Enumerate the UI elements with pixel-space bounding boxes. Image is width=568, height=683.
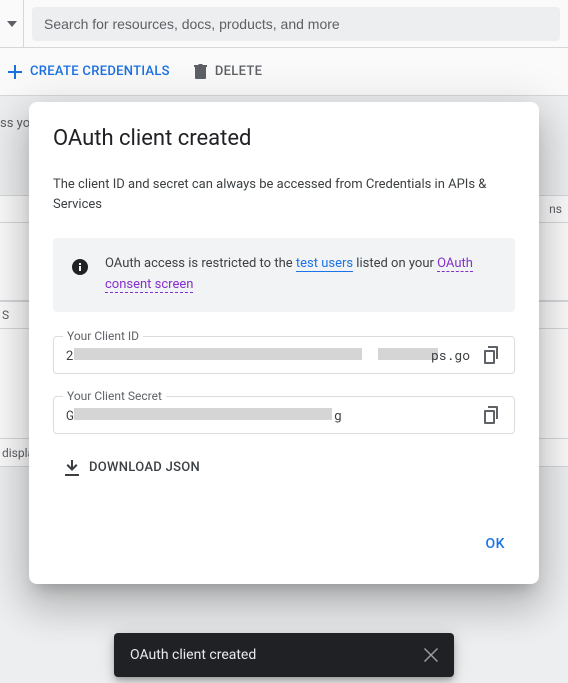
client-secret-label: Your Client Secret xyxy=(63,389,166,403)
info-text-pre: OAuth access is restricted to the xyxy=(105,256,296,271)
client-secret-suffix: g xyxy=(334,406,342,424)
client-id-value: 2 ps.go xyxy=(66,346,470,364)
test-users-link[interactable]: test users xyxy=(296,256,353,272)
download-icon xyxy=(65,460,79,476)
info-banner: OAuth access is restricted to the test u… xyxy=(53,238,515,312)
copy-client-id-button[interactable] xyxy=(478,341,506,369)
close-icon xyxy=(424,648,438,662)
toast-message: OAuth client created xyxy=(130,647,256,663)
client-id-label: Your Client ID xyxy=(63,329,143,343)
client-id-prefix: 2 xyxy=(66,346,74,364)
oauth-created-dialog: OAuth client created The client ID and s… xyxy=(29,102,539,584)
client-secret-prefix: G xyxy=(66,406,74,424)
copy-icon xyxy=(484,346,500,364)
client-id-suffix: ps.go xyxy=(431,346,470,364)
toast: OAuth client created xyxy=(114,633,454,677)
info-text-mid: listed on your xyxy=(353,256,437,271)
client-secret-value: G g xyxy=(66,406,470,424)
download-json-label: DOWNLOAD JSON xyxy=(89,460,200,475)
copy-client-secret-button[interactable] xyxy=(478,401,506,429)
toast-close-button[interactable] xyxy=(424,648,438,662)
dialog-title: OAuth client created xyxy=(53,126,515,151)
info-icon xyxy=(71,258,89,276)
ok-button[interactable]: OK xyxy=(476,528,516,560)
dialog-description: The client ID and secret can always be a… xyxy=(53,175,515,214)
download-json-button[interactable]: DOWNLOAD JSON xyxy=(53,456,515,480)
copy-icon xyxy=(484,406,500,424)
